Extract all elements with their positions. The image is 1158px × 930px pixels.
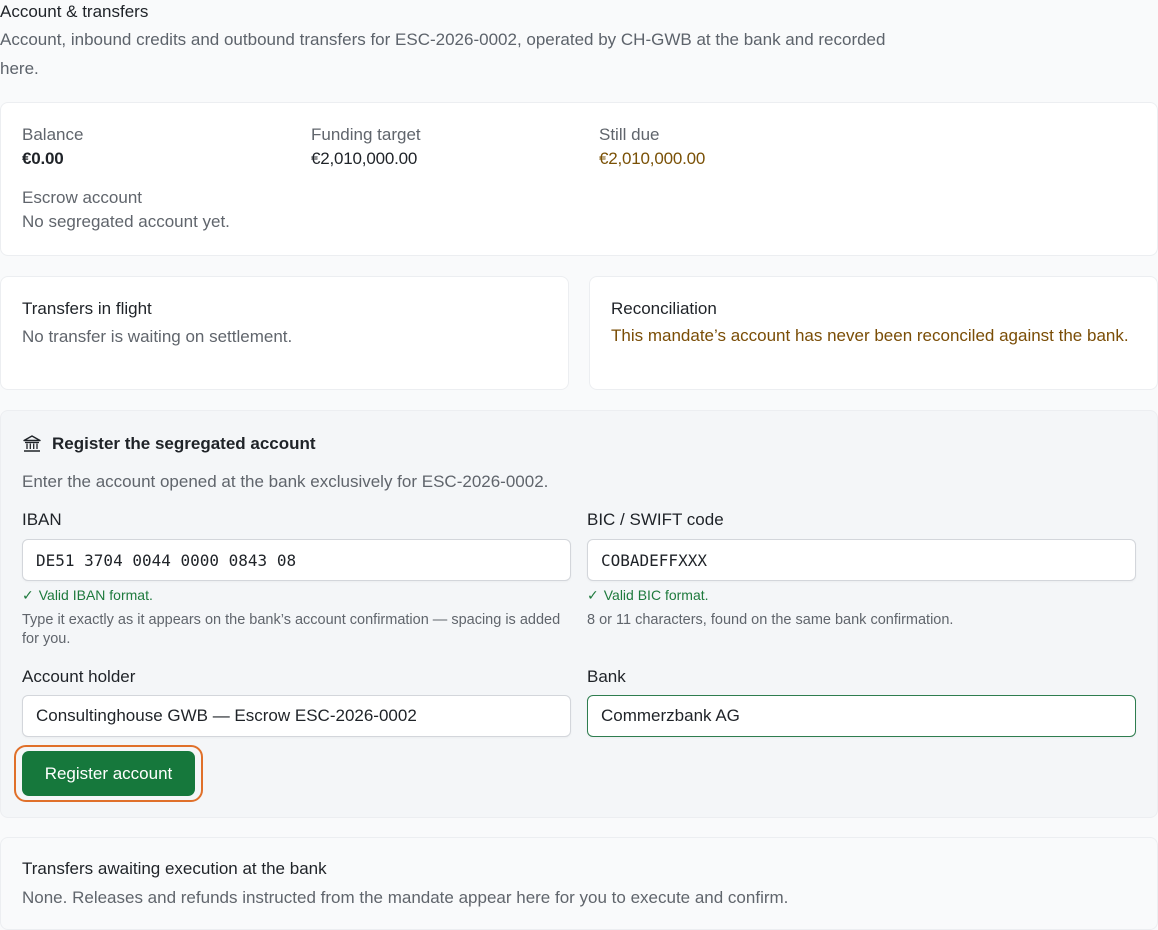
bic-valid-text: Valid BIC format. xyxy=(603,587,709,603)
iban-hint: Type it exactly as it appears on the ban… xyxy=(22,612,561,647)
awaiting-execution-title: Transfers awaiting execution at the bank xyxy=(22,859,327,878)
account-holder-input[interactable] xyxy=(22,695,571,737)
register-description: Enter the account opened at the bank exc… xyxy=(22,472,549,491)
escrow-value: No segregated account yet. xyxy=(22,212,230,231)
bank-label: Bank xyxy=(587,667,626,686)
iban-input[interactable] xyxy=(22,539,571,581)
funding-target-block: Funding target €2,010,000.00 xyxy=(311,123,421,171)
page-header: Account & transfers Account, inbound cre… xyxy=(0,0,900,83)
bic-input[interactable] xyxy=(587,539,1136,581)
bic-hint: 8 or 11 characters, found on the same ba… xyxy=(587,612,954,628)
check-icon: ✓ xyxy=(587,587,599,603)
reconciliation-title: Reconciliation xyxy=(611,299,717,318)
page-description: Account, inbound credits and outbound tr… xyxy=(0,30,886,78)
still-due-label: Still due xyxy=(599,125,660,144)
balance-block: Balance €0.00 xyxy=(22,123,83,171)
reconciliation-content: Reconciliation This mandate’s account ha… xyxy=(611,297,1141,347)
bic-label: BIC / SWIFT code xyxy=(587,510,724,529)
bic-valid-message: ✓ Valid BIC format. xyxy=(587,586,709,604)
transfers-in-flight-title: Transfers in flight xyxy=(22,299,152,318)
register-heading: Register the segregated account xyxy=(22,432,316,456)
balance-value: €0.00 xyxy=(22,149,64,168)
iban-valid-text: Valid IBAN format. xyxy=(38,587,153,603)
check-icon: ✓ xyxy=(22,587,34,603)
account-holder-label: Account holder xyxy=(22,667,136,686)
still-due-value: €2,010,000.00 xyxy=(599,149,706,168)
funding-target-label: Funding target xyxy=(311,125,421,144)
transfers-in-flight-text: No transfer is waiting on settlement. xyxy=(22,327,293,346)
iban-label: IBAN xyxy=(22,510,62,529)
awaiting-execution-content: Transfers awaiting execution at the bank… xyxy=(22,857,1142,910)
register-title: Register the segregated account xyxy=(52,434,316,453)
escrow-label: Escrow account xyxy=(22,188,142,207)
bank-input[interactable] xyxy=(587,695,1136,737)
transfers-in-flight-content: Transfers in flight No transfer is waiti… xyxy=(22,297,552,349)
register-account-button[interactable]: Register account xyxy=(22,751,195,796)
bank-icon xyxy=(22,434,42,454)
page-title: Account & transfers xyxy=(0,2,149,21)
balance-label: Balance xyxy=(22,125,84,144)
reconciliation-warning: This mandate’s account has never been re… xyxy=(611,326,1129,345)
still-due-block: Still due €2,010,000.00 xyxy=(599,123,705,171)
funding-target-value: €2,010,000.00 xyxy=(311,149,418,168)
awaiting-execution-text: None. Releases and refunds instructed fr… xyxy=(22,888,789,907)
escrow-block: Escrow account No segregated account yet… xyxy=(22,186,230,234)
iban-valid-message: ✓ Valid IBAN format. xyxy=(22,586,153,604)
